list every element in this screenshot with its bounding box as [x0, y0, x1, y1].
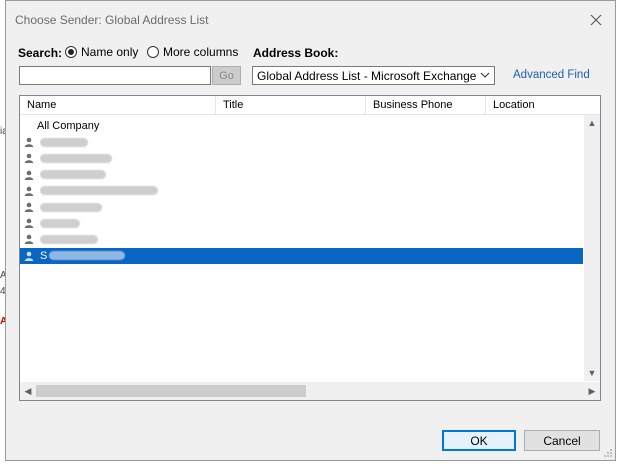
redacted-name	[49, 251, 126, 261]
person-icon	[24, 202, 34, 213]
ok-button[interactable]: OK	[442, 430, 516, 451]
go-button[interactable]: Go	[212, 66, 241, 85]
choose-sender-dialog: Choose Sender: Global Address List Searc…	[5, 0, 616, 461]
scroll-left-icon[interactable]: ◀	[20, 383, 36, 399]
redacted-name	[40, 170, 106, 180]
list-item[interactable]	[20, 183, 583, 199]
list-rows: All Company S	[20, 118, 583, 264]
list-header: Name Title Business Phone Location	[20, 96, 600, 115]
list-item[interactable]	[20, 199, 583, 215]
chevron-down-icon	[480, 72, 490, 78]
person-icon	[24, 170, 34, 180]
radio-name-only[interactable]: Name only	[65, 45, 138, 59]
person-icon	[24, 186, 34, 196]
list-item[interactable]	[20, 150, 583, 166]
list-item[interactable]	[20, 134, 583, 150]
resize-grip-icon[interactable]	[603, 448, 613, 458]
address-book-select[interactable]: Global Address List - Microsoft Exchange	[252, 66, 495, 85]
redacted-name	[40, 234, 98, 244]
search-label: Search:	[18, 46, 63, 60]
radio-more-columns[interactable]: More columns	[147, 45, 238, 59]
list-item-selected[interactable]: S	[20, 247, 583, 264]
scrollbar-thumb[interactable]	[36, 385, 306, 397]
radio-indicator	[65, 46, 77, 58]
address-book-label: Address Book:	[253, 46, 339, 60]
radio-label: More columns	[163, 45, 239, 59]
person-icon	[24, 154, 34, 164]
redacted-name	[40, 218, 80, 228]
redacted-name	[40, 137, 88, 147]
column-header-name[interactable]: Name	[20, 96, 216, 114]
address-list[interactable]: Name Title Business Phone Location All C…	[19, 95, 601, 401]
redacted-name	[40, 202, 102, 212]
horizontal-scrollbar[interactable]: ◀ ▶	[20, 382, 600, 400]
vertical-scrollbar[interactable]: ▲ ▼	[584, 115, 600, 381]
person-icon	[24, 218, 34, 229]
redacted-name	[40, 186, 158, 196]
advanced-find-link[interactable]: Advanced Find	[513, 69, 590, 81]
radio-indicator	[147, 46, 159, 58]
close-icon	[590, 14, 602, 26]
person-icon	[24, 251, 34, 261]
scroll-down-icon[interactable]: ▼	[584, 365, 600, 381]
column-header-business-phone[interactable]: Business Phone	[366, 96, 486, 114]
redacted-name	[40, 153, 112, 163]
scroll-right-icon[interactable]: ▶	[584, 383, 600, 399]
radio-label: Name only	[81, 45, 139, 59]
list-item[interactable]	[20, 231, 583, 247]
list-item[interactable]: All Company	[20, 118, 583, 134]
list-item[interactable]	[20, 167, 583, 183]
contact-name: S	[40, 249, 48, 262]
list-item[interactable]	[20, 215, 583, 231]
close-button[interactable]	[581, 7, 611, 33]
column-header-title[interactable]: Title	[216, 96, 366, 114]
address-book-value: Global Address List - Microsoft Exchange	[257, 69, 477, 83]
title-bar: Choose Sender: Global Address List	[6, 1, 615, 39]
person-icon	[24, 235, 34, 245]
contact-name: All Company	[37, 120, 100, 133]
cancel-button[interactable]: Cancel	[524, 430, 600, 451]
person-icon	[24, 137, 34, 148]
search-input[interactable]	[19, 66, 211, 85]
dialog-title: Choose Sender: Global Address List	[15, 13, 209, 27]
column-header-location[interactable]: Location	[486, 96, 600, 114]
scroll-up-icon[interactable]: ▲	[584, 115, 600, 131]
